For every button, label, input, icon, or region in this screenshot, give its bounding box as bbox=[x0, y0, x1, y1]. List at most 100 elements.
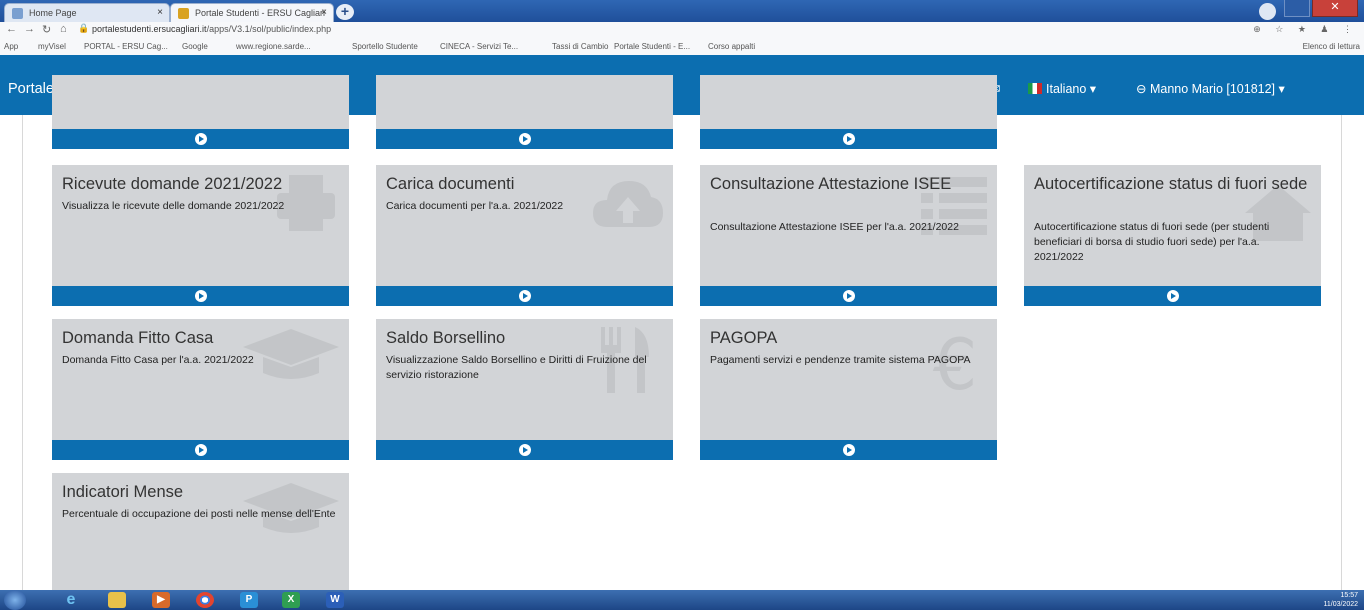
tile-saldo-borsellino[interactable]: Saldo Borsellino Visualizzazione Saldo B… bbox=[376, 319, 673, 460]
bookmark[interactable]: Portale Studenti - E... bbox=[614, 42, 690, 51]
new-tab-button[interactable]: + bbox=[336, 4, 354, 20]
tile-description: Visualizzazione Saldo Borsellino e Dirit… bbox=[386, 354, 647, 381]
arrow-circle-icon bbox=[842, 290, 855, 302]
tile-carica-documenti[interactable]: Carica documenti Carica documenti per l'… bbox=[376, 165, 673, 306]
services-grid: Ricevute domande 2021/2022 Visualizza le… bbox=[0, 75, 1364, 590]
tile-open-bar[interactable] bbox=[700, 440, 997, 460]
tile-open-bar[interactable] bbox=[700, 129, 997, 149]
word-icon[interactable]: W bbox=[326, 592, 344, 608]
forward-icon[interactable]: → bbox=[24, 23, 35, 35]
tile-open-bar[interactable] bbox=[52, 440, 349, 460]
home-icon[interactable]: ⌂ bbox=[60, 23, 67, 35]
back-icon[interactable]: ← bbox=[6, 23, 17, 35]
bookmark[interactable]: Tassi di Cambio bbox=[552, 42, 608, 51]
arrow-circle-icon bbox=[518, 133, 531, 145]
powershell-icon[interactable]: P bbox=[240, 592, 258, 608]
tile-description: Pagamenti servizi e pendenze tramite sis… bbox=[710, 354, 971, 366]
tile-pagopa[interactable]: € PAGOPA Pagamenti servizi e pendenze tr… bbox=[700, 319, 997, 460]
bookmark[interactable]: myVisel bbox=[38, 42, 66, 51]
tile-open-bar[interactable] bbox=[52, 129, 349, 149]
tile-open-bar[interactable] bbox=[1024, 286, 1321, 306]
italy-flag-icon bbox=[1028, 83, 1042, 94]
tile-title: Indicatori Mense bbox=[62, 483, 184, 501]
bookmark[interactable]: Corso appalti bbox=[708, 42, 755, 51]
tile-ricevute-domande[interactable]: Ricevute domande 2021/2022 Visualizza le… bbox=[52, 165, 349, 306]
tab-title: Home Page bbox=[29, 8, 77, 18]
clock-time: 15:57 bbox=[1340, 592, 1358, 599]
service-tile[interactable] bbox=[376, 75, 673, 149]
browser-tab-strip: Home Page × Portale Studenti - ERSU Cagl… bbox=[0, 0, 1364, 22]
lock-icon[interactable]: 🔒 bbox=[78, 23, 89, 34]
tile-title: PAGOPA bbox=[710, 329, 778, 347]
tile-open-bar[interactable] bbox=[52, 286, 349, 306]
bookmark[interactable]: CINECA - Servizi Te... bbox=[440, 42, 518, 51]
arrow-circle-icon bbox=[842, 444, 855, 456]
browser-tab-home[interactable]: Home Page × bbox=[4, 3, 170, 22]
tile-title: Consultazione Attestazione ISEE bbox=[710, 175, 952, 193]
tile-autocertificazione[interactable]: Autocertificazione status di fuori sede … bbox=[1024, 165, 1321, 306]
arrow-circle-icon bbox=[842, 133, 855, 145]
ersu-favicon-icon bbox=[178, 8, 189, 19]
reading-list-button[interactable]: Elenco di lettura bbox=[1303, 42, 1360, 51]
tile-title: Carica documenti bbox=[386, 175, 515, 193]
tile-title: Autocertificazione status di fuori sede bbox=[1034, 175, 1308, 193]
bookmark[interactable]: Google bbox=[182, 42, 208, 51]
close-window-button[interactable]: ✕ bbox=[1312, 0, 1358, 17]
file-explorer-icon[interactable] bbox=[108, 592, 126, 608]
browser-tab-portale[interactable]: Portale Studenti - ERSU Cagliari × bbox=[170, 3, 334, 22]
tile-description: Consultazione Attestazione ISEE per l'a.… bbox=[710, 221, 959, 233]
tile-description: Domanda Fitto Casa per l'a.a. 2021/2022 bbox=[62, 354, 254, 366]
url-host: portalestudenti.ersucagliari.it bbox=[92, 24, 207, 34]
close-tab-icon[interactable]: × bbox=[321, 7, 327, 18]
tile-description: Carica documenti per l'a.a. 2021/2022 bbox=[386, 200, 564, 212]
profile-icon[interactable] bbox=[1259, 3, 1276, 20]
user-name: Manno Mario [101812] bbox=[1149, 82, 1276, 96]
chrome-icon[interactable] bbox=[196, 592, 214, 608]
minimize-button[interactable] bbox=[1284, 0, 1310, 17]
bookmark[interactable]: Sportello Studente bbox=[352, 42, 418, 51]
language-dropdown[interactable]: Italiano ▾ bbox=[1028, 81, 1096, 96]
tab-title: Portale Studenti - ERSU Cagliari bbox=[195, 8, 326, 18]
arrow-circle-icon bbox=[1166, 290, 1179, 302]
tile-description: Percentuale di occupazione dei posti nel… bbox=[62, 508, 336, 520]
tile-open-bar[interactable] bbox=[700, 286, 997, 306]
tile-domanda-fitto-casa[interactable]: Domanda Fitto Casa Domanda Fitto Casa pe… bbox=[52, 319, 349, 460]
tile-consultazione-isee[interactable]: Consultazione Attestazione ISEE Consulta… bbox=[700, 165, 997, 306]
user-menu[interactable]: ⊖ Manno Mario [101812] ▾ bbox=[1136, 81, 1285, 96]
arrow-circle-icon bbox=[194, 444, 207, 456]
internet-explorer-icon[interactable]: e bbox=[62, 592, 80, 608]
media-player-icon[interactable]: ▶ bbox=[152, 592, 170, 608]
language-label: Italiano bbox=[1046, 82, 1087, 96]
url-path: /apps/V3.1/sol/public/index.php bbox=[206, 24, 332, 34]
bookmark[interactable]: App bbox=[4, 42, 18, 51]
close-tab-icon[interactable]: × bbox=[157, 7, 163, 18]
url-field[interactable]: portalestudenti.ersucagliari.it/apps/V3.… bbox=[92, 24, 331, 34]
bookmarks-bar: App myVisel PORTAL - ERSU Cag... Google … bbox=[0, 38, 1364, 56]
tile-description: Visualizza le ricevute delle domande 202… bbox=[62, 200, 285, 212]
address-bar: ← → ↻ ⌂ 🔒 portalestudenti.ersucagliari.i… bbox=[0, 22, 1364, 39]
tile-open-bar[interactable] bbox=[376, 286, 673, 306]
reload-icon[interactable]: ↻ bbox=[42, 23, 51, 36]
start-button[interactable] bbox=[4, 590, 26, 610]
tile-title: Ricevute domande 2021/2022 bbox=[62, 175, 283, 193]
bookmark[interactable]: www.regione.sarde... bbox=[236, 42, 311, 51]
service-tile[interactable] bbox=[52, 75, 349, 149]
tile-open-bar[interactable] bbox=[376, 129, 673, 149]
excel-icon[interactable]: X bbox=[282, 592, 300, 608]
clock-date: 11/03/2022 bbox=[1323, 601, 1358, 608]
arrow-circle-icon bbox=[518, 290, 531, 302]
tile-description: Autocertificazione status di fuori sede … bbox=[1034, 221, 1270, 263]
tile-open-bar[interactable] bbox=[376, 440, 673, 460]
tile-indicatori-mense[interactable]: Indicatori Mense Percentuale di occupazi… bbox=[52, 473, 349, 590]
browser-toolbar-icons[interactable]: ⊕ ☆ ★ ♟ ⋮ bbox=[1253, 24, 1358, 35]
arrow-circle-icon bbox=[194, 290, 207, 302]
service-tile[interactable] bbox=[700, 75, 997, 149]
tile-title: Saldo Borsellino bbox=[386, 329, 506, 347]
clock[interactable]: 15:57 11/03/2022 bbox=[1323, 591, 1358, 609]
windows-taskbar: e ▶ P X W 15:57 11/03/2022 bbox=[0, 590, 1364, 610]
page-icon bbox=[12, 8, 23, 19]
arrow-circle-icon bbox=[194, 133, 207, 145]
arrow-circle-icon bbox=[518, 444, 531, 456]
bookmark[interactable]: PORTAL - ERSU Cag... bbox=[84, 42, 168, 51]
tile-title: Domanda Fitto Casa bbox=[62, 329, 214, 347]
